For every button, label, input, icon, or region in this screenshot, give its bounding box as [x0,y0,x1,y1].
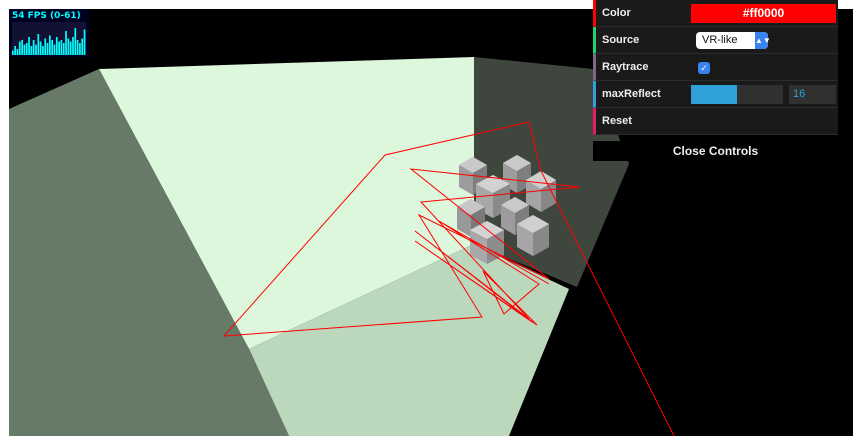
fps-readout: 54 FPS (0-61) [12,11,81,21]
fps-bar [28,37,30,55]
fps-bar [25,43,28,55]
fps-bar [62,43,65,55]
source-control: Source VR-like ▲▼ [593,27,838,54]
fps-bar [32,40,35,55]
raytrace-label: Raytrace [602,61,649,73]
fps-stats-panel[interactable]: 54 FPS (0-61) [9,9,89,57]
checkmark-icon: ✓ [700,63,708,73]
reset-label: Reset [602,115,632,127]
raytrace-checkbox[interactable]: ✓ [698,62,710,74]
fps-bar [81,38,84,55]
max-reflect-label: maxReflect [602,88,661,100]
raytrace-control: Raytrace ✓ [593,54,838,81]
slider-fill [691,85,737,104]
max-reflect-slider[interactable] [691,85,783,104]
fps-bar [53,44,56,55]
source-select[interactable]: VR-like ▲▼ [696,32,771,49]
fps-bar [12,50,14,55]
fps-bar [35,44,37,55]
fps-bar [46,43,49,55]
fps-bar [14,46,17,55]
fps-bar [58,41,60,55]
fps-bar [21,40,23,55]
fps-bar [67,38,70,55]
fps-graph [12,22,86,55]
fps-bar [65,31,67,55]
fps-bar [42,46,44,55]
max-reflect-input[interactable]: 16 [789,85,836,104]
select-arrows-icon: ▲▼ [755,32,771,49]
fps-bar [76,40,79,55]
fps-bar [60,40,63,55]
controls-panel: Color #ff0000 Source VR-like ▲▼ Raytrace… [593,0,838,135]
color-label: Color [602,7,631,19]
fps-bar [83,29,86,55]
reset-button[interactable]: Reset [593,108,838,135]
color-control: Color #ff0000 [593,0,838,27]
fps-bar [74,28,77,55]
fps-bar [39,41,42,55]
fps-bar [69,41,72,55]
source-label: Source [602,34,640,46]
close-controls-button[interactable]: Close Controls [593,141,838,161]
fps-bar [18,41,21,55]
fps-bar [51,40,54,55]
fps-bar [23,44,26,55]
fps-bar [16,49,19,55]
fps-bar [37,34,40,55]
fps-bar [72,37,74,55]
fps-bar [49,35,51,55]
source-value: VR-like [702,34,738,46]
fps-bar [79,43,81,55]
fps-bar [55,37,58,55]
max-reflect-control: maxReflect 16 [593,81,838,108]
color-picker[interactable]: #ff0000 [691,4,836,23]
fps-bar [30,46,33,55]
fps-bar [44,38,47,55]
